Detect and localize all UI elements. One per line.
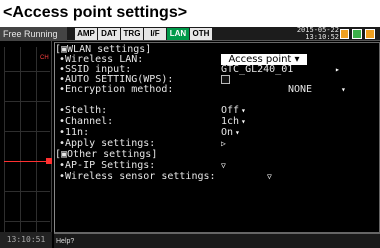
help-bar: Help?: [54, 233, 380, 248]
wireless-sensor-label: •Wireless sensor settings:: [59, 171, 216, 182]
channel-label: CH: [40, 55, 49, 61]
grid-line: [4, 221, 50, 222]
stealth-label: •Stelth:: [59, 105, 108, 116]
encryption-value[interactable]: NONE: [288, 84, 312, 95]
grid-line: [36, 47, 37, 233]
waveform-trace: [4, 161, 48, 162]
page-caption: <Access point settings>: [3, 4, 188, 21]
tab-dat[interactable]: DAT: [98, 28, 120, 40]
waveform-time: 13:10:51: [0, 232, 52, 248]
ap-ip-label: •AP-IP Settings:: [59, 160, 156, 171]
chevron-down-icon[interactable]: ▽: [267, 171, 272, 182]
channel-setting-label: •Channel:: [59, 116, 114, 127]
grid-line: [4, 101, 50, 102]
device-screen: Free Running AMP DAT TRG I/F LAN OTH 201…: [0, 27, 380, 248]
tab-trg[interactable]: TRG: [121, 28, 143, 40]
encryption-label: •Encryption method:: [59, 84, 174, 95]
grid-line: [4, 131, 50, 132]
waveform-panel: CH: [0, 41, 52, 233]
grid-line: [4, 71, 50, 72]
run-status: Free Running: [0, 27, 67, 41]
apply-icon[interactable]: ▷: [221, 138, 226, 149]
11n-row[interactable]: •11n: On ▾: [55, 127, 377, 138]
apply-settings-row[interactable]: •Apply settings: ▷: [55, 138, 377, 149]
wireless-sensor-row[interactable]: •Wireless sensor settings: ▽: [55, 171, 377, 182]
storage-icon: [340, 29, 349, 39]
wps-button[interactable]: [221, 75, 230, 84]
chevron-down-icon[interactable]: ▾: [241, 116, 246, 127]
tab-oth[interactable]: OTH: [190, 28, 212, 40]
channel-value[interactable]: 1ch: [221, 116, 239, 127]
grid-line: [4, 47, 5, 233]
other-header-label: [▣Other settings]: [55, 149, 158, 160]
channel-row[interactable]: •Channel: 1ch ▾: [55, 116, 377, 127]
11n-value[interactable]: On: [221, 127, 233, 138]
trace-marker-icon: [46, 158, 52, 164]
tab-if[interactable]: I/F: [144, 28, 166, 40]
grid-line: [4, 191, 50, 192]
settings-menu: [▣WLAN settings] •Wireless LAN: Access p…: [54, 42, 380, 233]
wireless-icon: [365, 29, 375, 39]
stealth-row[interactable]: •Stelth: Off ▾: [55, 105, 377, 116]
tab-amp[interactable]: AMP: [75, 28, 97, 40]
other-settings-header: [▣Other settings]: [55, 149, 377, 160]
chevron-down-icon[interactable]: ▾: [235, 127, 240, 138]
stealth-value[interactable]: Off: [221, 105, 239, 116]
encryption-row[interactable]: •Encryption method: NONE ▾: [55, 84, 377, 95]
chevron-down-icon[interactable]: ▾: [241, 105, 246, 116]
date-time: 2015-05-22 13:10:52: [289, 27, 339, 41]
chevron-down-icon[interactable]: ▾: [341, 84, 346, 95]
status-bar: Free Running AMP DAT TRG I/F LAN OTH 201…: [0, 27, 380, 41]
battery-icon: [352, 29, 362, 39]
grid-line: [20, 47, 21, 233]
tab-lan[interactable]: LAN: [167, 28, 189, 40]
11n-label: •11n:: [59, 127, 90, 138]
time-text: 13:10:52: [305, 33, 339, 41]
ap-ip-row[interactable]: •AP-IP Settings: ▽: [55, 160, 377, 171]
chevron-down-icon[interactable]: ▽: [221, 160, 226, 171]
apply-settings-label: •Apply settings:: [59, 138, 156, 149]
